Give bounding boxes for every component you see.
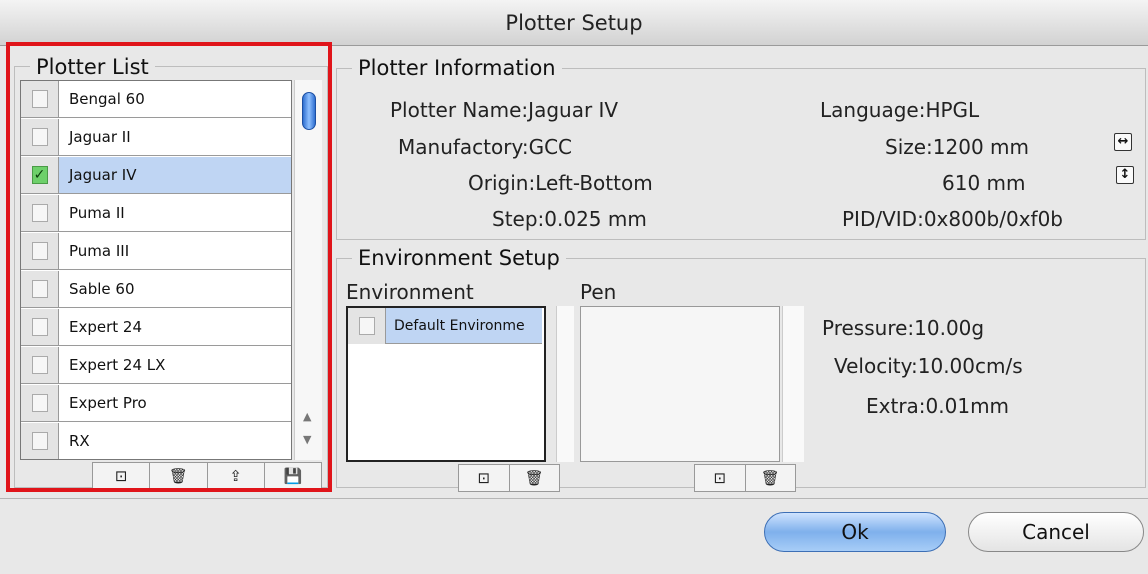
environment-column-label: Environment xyxy=(346,280,474,304)
checkbox-box xyxy=(31,128,48,146)
plotter-list-row[interactable]: Sable 60 xyxy=(21,271,291,308)
checkbox-box xyxy=(31,90,48,108)
checkbox-box xyxy=(31,242,48,260)
width-arrows-icon: ↔ xyxy=(1114,133,1132,151)
new-plotter-button[interactable]: ⊡ xyxy=(93,463,151,489)
environment-row-label: Default Environme xyxy=(394,317,525,334)
new-environment-button[interactable]: ⊡ xyxy=(459,465,510,491)
plotter-checkbox[interactable] xyxy=(21,119,59,155)
plotter-list-row[interactable]: Expert 24 LX xyxy=(21,347,291,384)
environment-list-scrollbar[interactable] xyxy=(556,306,574,462)
new-pen-button[interactable]: ⊡ xyxy=(695,465,746,491)
ok-button[interactable]: Ok xyxy=(764,512,946,552)
export-plotter-button[interactable]: ⇪ xyxy=(208,463,265,489)
plotter-list-row[interactable]: Jaguar II xyxy=(21,119,291,156)
plotter-list-toolbar: ⊡ 🗑 ⇪ 💾 xyxy=(92,462,322,490)
height-arrows-icon: ↕ xyxy=(1116,166,1134,184)
delete-pen-button[interactable]: 🗑 xyxy=(746,465,796,491)
plotter-list-row[interactable]: Expert Pro xyxy=(21,385,291,422)
new-icon: ⊡ xyxy=(114,467,128,485)
scroll-up-icon[interactable]: ▲ xyxy=(303,410,311,423)
delete-icon: 🗑 xyxy=(760,469,780,487)
plotter-list-row[interactable]: Puma II xyxy=(21,195,291,232)
extra-label: Extra:0.01mm xyxy=(866,394,1010,418)
delete-icon: 🗑 xyxy=(168,467,188,485)
manufactory-label: Manufactory:GCC xyxy=(398,135,573,159)
plotter-checkbox[interactable] xyxy=(21,195,59,231)
size-width-label: Size:1200 mm xyxy=(885,135,1030,159)
plotter-list-row[interactable]: RX xyxy=(21,423,291,459)
plotter-label: Expert 24 LX xyxy=(69,356,166,374)
environment-list[interactable]: Default Environme xyxy=(346,306,546,462)
environment-row[interactable]: Default Environme xyxy=(348,308,542,344)
pen-toolbar: ⊡ 🗑 xyxy=(694,464,796,492)
plotter-checkbox[interactable] xyxy=(21,309,59,345)
size-height-label: 610 mm xyxy=(942,171,1026,195)
plotter-label: RX xyxy=(69,432,90,450)
pen-list-scrollbar[interactable] xyxy=(782,306,804,462)
plotter-label: Jaguar IV xyxy=(69,166,137,184)
plotter-label: Expert Pro xyxy=(69,394,147,412)
pen-column-label: Pen xyxy=(580,280,617,304)
new-icon: ⊡ xyxy=(713,469,727,487)
plotter-label: Puma III xyxy=(69,242,130,260)
plotter-label: Bengal 60 xyxy=(69,90,145,108)
checkbox-box xyxy=(31,356,48,374)
plotter-name-label: Plotter Name:Jaguar IV xyxy=(390,98,619,122)
scroll-down-icon[interactable]: ▼ xyxy=(303,433,311,446)
plotter-list-row[interactable]: Expert 24 xyxy=(21,309,291,346)
checkbox-box xyxy=(31,280,48,298)
checkbox-box xyxy=(31,204,48,222)
pid-vid-label: PID/VID:0x800b/0xf0b xyxy=(842,207,1064,231)
checkmark-icon: ✓ xyxy=(31,166,48,184)
plotter-info-title: Plotter Information xyxy=(352,55,562,81)
environment-setup-title: Environment Setup xyxy=(352,245,566,271)
checkbox-box xyxy=(31,318,48,336)
velocity-label: Velocity:10.00cm/s xyxy=(834,354,1023,378)
export-icon: ⇪ xyxy=(229,467,242,485)
save-icon: 💾 xyxy=(283,467,303,485)
window-title: Plotter Setup xyxy=(0,0,1148,46)
environment-checkbox[interactable] xyxy=(348,308,386,344)
plotter-checkbox[interactable] xyxy=(21,81,59,117)
scroll-thumb[interactable] xyxy=(302,92,316,130)
plotter-checkbox[interactable] xyxy=(21,347,59,383)
save-plotter-button[interactable]: 💾 xyxy=(265,463,321,489)
plotter-list-scrollbar[interactable] xyxy=(294,80,322,460)
cancel-button[interactable]: Cancel xyxy=(968,512,1144,552)
plotter-checkbox[interactable] xyxy=(21,385,59,421)
plotter-list-row[interactable]: ✓ Jaguar IV xyxy=(21,157,291,194)
plotter-checkbox[interactable] xyxy=(21,271,59,307)
step-label: Step:0.025 mm xyxy=(492,207,647,231)
plotter-list-title: Plotter List xyxy=(30,54,155,80)
plotter-list[interactable]: Bengal 60 Jaguar II ✓ Jaguar IV Puma II Puma … xyxy=(20,80,292,460)
delete-icon: 🗑 xyxy=(524,469,544,487)
delete-plotter-button[interactable]: 🗑 xyxy=(150,463,208,489)
plotter-list-row[interactable]: Puma III xyxy=(21,233,291,270)
checkbox-box xyxy=(31,394,48,412)
checkbox-box xyxy=(31,432,48,450)
origin-label: Origin:Left-Bottom xyxy=(468,171,653,195)
plotter-checkbox[interactable] xyxy=(21,233,59,269)
plotter-setup-window: Plotter Setup Plotter List Bengal 60 Jagu… xyxy=(0,0,1148,574)
plotter-checkbox[interactable] xyxy=(21,423,59,459)
new-icon: ⊡ xyxy=(477,469,491,487)
plotter-label: Expert 24 xyxy=(69,318,143,336)
language-label: Language:HPGL xyxy=(820,98,980,122)
plotter-label: Jaguar II xyxy=(69,128,131,146)
plotter-label: Sable 60 xyxy=(69,280,135,298)
pen-list[interactable] xyxy=(580,306,780,462)
footer-separator xyxy=(0,498,1148,499)
plotter-list-row[interactable]: Bengal 60 xyxy=(21,81,291,118)
plotter-label: Puma II xyxy=(69,204,125,222)
environment-toolbar: ⊡ 🗑 xyxy=(458,464,560,492)
pressure-label: Pressure:10.00g xyxy=(822,316,985,340)
plotter-checkbox[interactable]: ✓ xyxy=(21,157,59,193)
delete-environment-button[interactable]: 🗑 xyxy=(510,465,560,491)
